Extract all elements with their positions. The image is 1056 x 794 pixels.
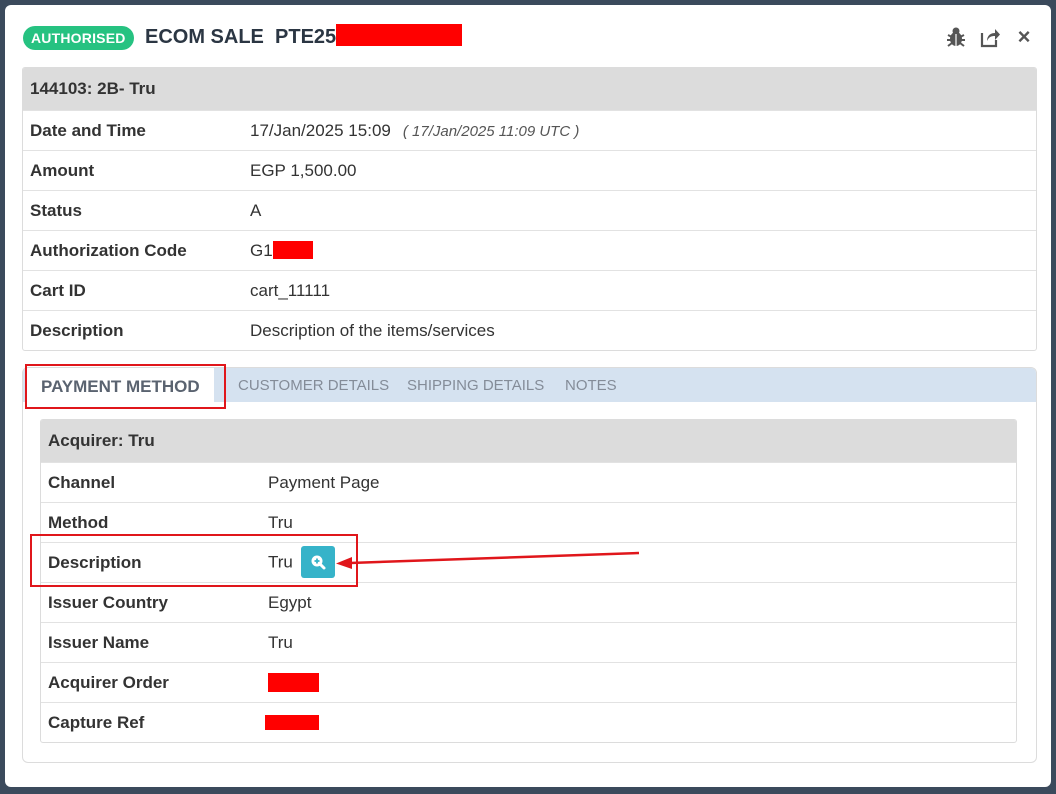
row-label: Capture Ref xyxy=(41,702,261,742)
row-value: Egypt xyxy=(261,582,1016,623)
row-value: G1 xyxy=(243,230,1036,271)
row-value: EGP 1,500.00 xyxy=(243,150,1036,191)
table-row: Channel Payment Page xyxy=(41,462,1016,503)
status-badge: AUTHORISED xyxy=(23,26,134,50)
row-value xyxy=(261,662,1016,703)
row-label: Date and Time xyxy=(23,110,243,151)
close-icon[interactable]: × xyxy=(1013,26,1035,48)
payment-table: Channel Payment Page Method Tru Descript… xyxy=(41,462,1016,742)
row-value: A xyxy=(243,190,1036,231)
date-time-value: 17/Jan/2025 15:09 xyxy=(250,120,391,140)
table-row: Description Description of the items/ser… xyxy=(23,310,1036,350)
title-text: ECOM SALE PTE25 xyxy=(145,26,337,48)
row-label: Channel xyxy=(41,462,261,503)
row-value: Description of the items/services xyxy=(243,310,1036,350)
row-value: cart_11111 xyxy=(243,270,1036,311)
redacted-reference xyxy=(336,24,463,46)
auth-code-value: G1 xyxy=(250,240,273,260)
row-value: 17/Jan/2025 15:09 ( 17/Jan/2025 11:09 UTC… xyxy=(243,110,1036,151)
table-row: Status A xyxy=(23,190,1036,231)
tab-shipping-details[interactable]: SHIPPING DETAILS xyxy=(407,368,544,402)
table-row: Issuer Country Egypt xyxy=(41,582,1016,623)
row-label: Amount xyxy=(23,150,243,191)
transaction-summary: 144103: 2B- Tru Date and Time 17/Jan/202… xyxy=(22,67,1037,351)
tab-customer-details[interactable]: CUSTOMER DETAILS xyxy=(238,368,389,402)
modal-header: AUTHORISED ECOM SALE PTE25 × xyxy=(5,5,1051,67)
header-actions: × xyxy=(945,26,1035,48)
modal-title: ECOM SALE PTE25 xyxy=(145,24,463,50)
row-label: Description xyxy=(23,310,243,350)
payment-method-tab-highlight xyxy=(25,364,226,409)
row-label: Issuer Country xyxy=(41,582,261,623)
row-label: Authorization Code xyxy=(23,230,243,271)
redacted-auth-code xyxy=(272,240,313,259)
redacted-acquirer-order xyxy=(268,672,319,692)
row-label: Cart ID xyxy=(23,270,243,311)
row-value: Tru xyxy=(261,542,1016,583)
row-label: Acquirer Order xyxy=(41,662,261,703)
row-value: Payment Page xyxy=(261,462,1016,503)
bug-icon[interactable] xyxy=(945,26,967,48)
row-value xyxy=(261,702,1016,742)
summary-table: Date and Time 17/Jan/2025 15:09 ( 17/Jan/… xyxy=(23,110,1036,350)
share-icon[interactable] xyxy=(979,26,1001,48)
utc-time-value: ( 17/Jan/2025 11:09 UTC ) xyxy=(402,122,580,140)
table-row: Date and Time 17/Jan/2025 15:09 ( 17/Jan/… xyxy=(23,110,1036,151)
table-row: Issuer Name Tru xyxy=(41,622,1016,663)
table-row: Amount EGP 1,500.00 xyxy=(23,150,1036,191)
tab-notes[interactable]: NOTES xyxy=(565,368,617,402)
table-row: Capture Ref xyxy=(41,702,1016,742)
description-row-highlight xyxy=(30,534,358,587)
row-label: Issuer Name xyxy=(41,622,261,663)
row-value: Tru xyxy=(261,502,1016,543)
row-value: Tru xyxy=(261,622,1016,663)
table-row: Authorization Code G1 xyxy=(23,230,1036,271)
acquirer-heading: Acquirer: Tru xyxy=(41,420,1016,462)
row-label: Status xyxy=(23,190,243,231)
table-row: Acquirer Order xyxy=(41,662,1016,703)
table-row: Cart ID cart_11111 xyxy=(23,270,1036,311)
redacted-capture-ref xyxy=(265,714,319,730)
summary-heading: 144103: 2B- Tru xyxy=(23,68,1036,110)
transaction-modal: AUTHORISED ECOM SALE PTE25 × 144103: 2B-… xyxy=(5,5,1051,787)
